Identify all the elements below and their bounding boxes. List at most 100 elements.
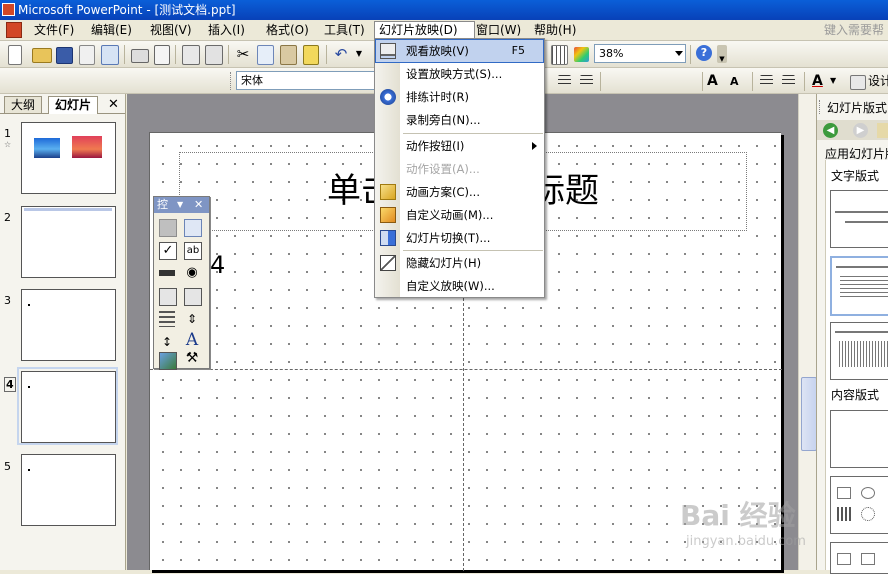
align-center-icon[interactable] xyxy=(558,75,571,87)
undo-dropdown-icon[interactable]: ▼ xyxy=(350,45,368,63)
menu-item-setup-show[interactable]: 设置放映方式(S)... xyxy=(376,63,543,85)
menu-edit[interactable]: 编辑(E) xyxy=(87,22,136,39)
checkbox-control-icon[interactable]: ✓ xyxy=(159,242,177,260)
align-right-icon[interactable] xyxy=(580,75,593,87)
format-painter-icon[interactable] xyxy=(303,45,319,65)
copy-icon[interactable] xyxy=(257,45,274,65)
increase-font-icon[interactable]: A xyxy=(707,72,725,90)
slide-thumbnail-5[interactable] xyxy=(21,454,116,526)
zoom-value: 38% xyxy=(599,47,624,60)
zoom-combo[interactable]: 38% xyxy=(594,44,686,63)
permission-icon[interactable] xyxy=(79,45,95,65)
menu-window[interactable]: 窗口(W) xyxy=(472,22,525,39)
close-panel-icon[interactable]: ✕ xyxy=(108,97,119,112)
toolbox-menu-icon[interactable]: ▼ xyxy=(177,197,183,213)
layout-blank[interactable] xyxy=(830,410,888,468)
menu-item-view-show[interactable]: 观看放映(V) F5 xyxy=(375,39,544,63)
menu-item-record-narration[interactable]: 录制旁白(N)... xyxy=(376,109,543,131)
rehearse-timings-icon xyxy=(380,89,396,105)
animation-star-icon: ☆ xyxy=(4,140,12,149)
design-button-label[interactable]: 设计 xyxy=(868,73,888,90)
label-control-icon[interactable]: A xyxy=(184,330,200,350)
home-icon[interactable] xyxy=(877,123,888,138)
font-color-icon[interactable]: A xyxy=(812,72,830,90)
design-icon[interactable] xyxy=(850,75,866,90)
slide-body-text[interactable]: 4 xyxy=(210,250,225,280)
email-icon[interactable] xyxy=(101,45,119,65)
menu-item-action-buttons[interactable]: 动作按钮(I) xyxy=(376,135,543,157)
menu-item-rehearse-timings[interactable]: 排练计时(R) xyxy=(376,86,543,108)
scrollbar-control-icon[interactable]: ↕ xyxy=(159,334,175,350)
toolbar-options-icon[interactable]: ▼ xyxy=(717,45,727,63)
control-toolbox: 控 ▼ ✕ ✓ ab ◉ ⇕ ↕ A ⚒ xyxy=(153,196,210,370)
cut-icon[interactable]: ✂ xyxy=(234,45,252,63)
forward-icon[interactable]: ▶ xyxy=(853,123,868,138)
tab-outline[interactable]: 大纲 xyxy=(4,96,43,114)
menu-insert[interactable]: 插入(I) xyxy=(204,22,249,39)
show-grid-icon[interactable] xyxy=(551,45,568,65)
layout-title-text[interactable] xyxy=(830,256,888,316)
textbox-control-icon[interactable]: ab xyxy=(184,242,202,260)
font-combo[interactable]: 宋体 xyxy=(236,71,376,90)
menu-item-hide-slide[interactable]: 隐藏幻灯片(H) xyxy=(376,252,543,274)
menu-item-custom-animation[interactable]: 自定义动画(M)... xyxy=(376,204,543,226)
menu-item-action-settings: 动作设置(A)... xyxy=(406,162,480,176)
slide-thumbnail-2[interactable] xyxy=(21,206,116,278)
more-controls-icon[interactable]: ⚒ xyxy=(184,350,200,366)
toolbox-close-icon[interactable]: ✕ xyxy=(194,197,203,213)
paste-icon[interactable] xyxy=(280,45,297,65)
print-preview-icon[interactable] xyxy=(154,45,170,65)
horizontal-guide[interactable] xyxy=(150,369,782,370)
command-button-icon[interactable] xyxy=(159,265,175,281)
layout-title-columns[interactable] xyxy=(830,322,888,380)
slide-number-selected: 4 xyxy=(4,377,16,392)
menu-tools[interactable]: 工具(T) xyxy=(320,22,369,39)
menu-item-animation-schemes[interactable]: 动画方案(C)... xyxy=(376,181,543,203)
decrease-indent-icon[interactable] xyxy=(760,75,773,87)
title-bar: Microsoft PowerPoint - [测试文档.ppt] xyxy=(0,0,888,20)
toggle-button-icon[interactable] xyxy=(159,311,175,327)
help-icon[interactable]: ? xyxy=(696,45,712,61)
back-icon[interactable]: ◀ xyxy=(823,123,838,138)
scrollbar-thumb[interactable] xyxy=(801,377,817,451)
app-menu-icon[interactable] xyxy=(6,22,22,38)
toolbox-header[interactable]: 控 ▼ ✕ xyxy=(154,197,209,213)
menu-help[interactable]: 帮助(H) xyxy=(530,22,580,39)
slide-number: 1 xyxy=(4,127,11,140)
save-icon[interactable] xyxy=(56,47,73,64)
help-search-box[interactable]: 键入需要帮 xyxy=(824,22,884,39)
properties-icon[interactable] xyxy=(159,219,177,237)
slide-thumbnail-3[interactable] xyxy=(21,289,116,361)
increase-indent-icon[interactable] xyxy=(782,75,795,87)
image-control-icon[interactable] xyxy=(159,352,177,370)
color-grayscale-icon[interactable] xyxy=(574,47,589,62)
option-button-icon[interactable]: ◉ xyxy=(184,265,200,281)
combobox-control-icon[interactable] xyxy=(184,288,202,306)
listbox-control-icon[interactable] xyxy=(159,288,177,306)
slide-number: 5 xyxy=(4,460,11,473)
view-code-icon[interactable] xyxy=(184,219,202,237)
open-icon[interactable] xyxy=(32,48,52,63)
menu-item-slide-transition[interactable]: 幻灯片切换(T)... xyxy=(376,227,543,249)
slide-thumbnail-4[interactable] xyxy=(21,371,116,443)
layout-title-only[interactable] xyxy=(830,190,888,248)
slides-panel: 大纲 幻灯片 ✕ 1 ☆ 2 3 4 5 xyxy=(0,94,126,570)
menu-item-custom-shows[interactable]: 自定义放映(W)... xyxy=(376,275,543,297)
tab-slides[interactable]: 幻灯片 xyxy=(48,96,99,114)
research-icon[interactable] xyxy=(205,45,223,65)
menu-view[interactable]: 视图(V) xyxy=(146,22,196,39)
print-icon[interactable] xyxy=(131,49,149,63)
spin-button-icon[interactable]: ⇕ xyxy=(184,311,200,327)
menu-format[interactable]: 格式(O) xyxy=(262,22,313,39)
custom-animation-icon xyxy=(380,207,396,223)
undo-icon[interactable]: ↶ xyxy=(332,45,350,63)
slide-thumbnail-1[interactable] xyxy=(21,122,116,194)
new-icon[interactable] xyxy=(8,45,22,65)
watermark-url: jingyan.baidu.com xyxy=(686,534,806,549)
font-value: 宋体 xyxy=(241,74,263,87)
font-color-dropdown-icon[interactable]: ▼ xyxy=(830,72,848,90)
menu-file[interactable]: 文件(F) xyxy=(30,22,78,39)
spelling-icon[interactable] xyxy=(182,45,200,65)
toolbox-title: 控 xyxy=(157,198,168,211)
decrease-font-icon[interactable]: A xyxy=(730,72,748,90)
